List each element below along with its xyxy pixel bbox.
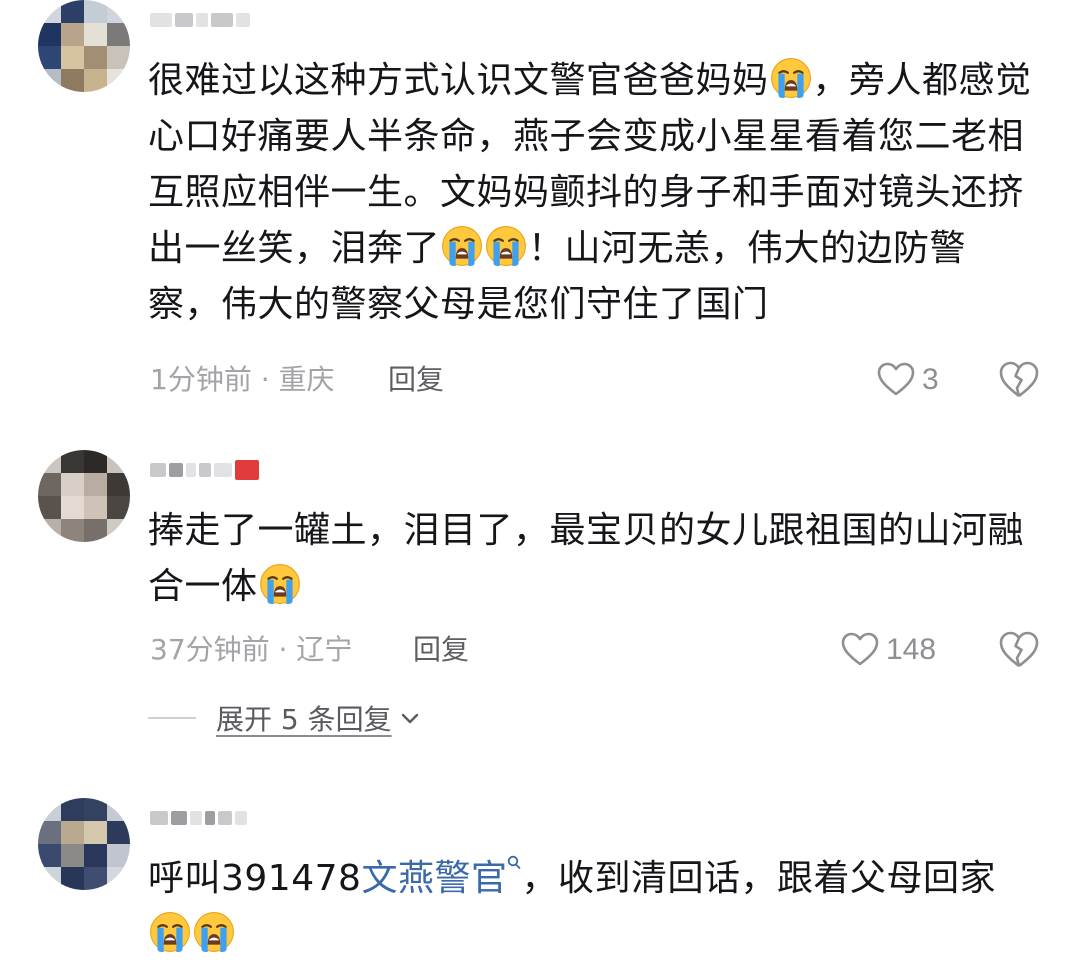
broken-heart-icon[interactable] — [997, 358, 1041, 402]
crying-face-icon — [193, 911, 235, 953]
username-blurred[interactable] — [150, 6, 250, 34]
avatar[interactable] — [38, 798, 130, 890]
username-blurred[interactable] — [150, 804, 247, 832]
avatar[interactable] — [38, 450, 130, 542]
crying-face-icon — [485, 225, 527, 267]
mention-link[interactable]: 文燕警官 — [361, 855, 521, 899]
heart-outline-icon — [877, 362, 915, 396]
comment-text: 捧走了一罐土，泪目了，最宝贝的女儿跟祖国的山河融合一体 — [148, 510, 1025, 607]
crying-face-icon — [441, 225, 483, 267]
chevron-down-icon — [401, 713, 418, 724]
comment-text: 很难过以这种方式认识文警官爸爸妈妈 ，旁人都感觉心口好痛要人半条命，燕子会变成小星… — [148, 53, 1038, 333]
crying-face-icon — [259, 563, 301, 605]
search-icon — [507, 855, 521, 875]
username-blurred[interactable] — [150, 456, 259, 484]
expand-replies-button[interactable]: 展开 5 条回复 — [148, 698, 422, 738]
crying-face-icon — [149, 911, 191, 953]
reply-button[interactable]: 回复 — [413, 630, 469, 670]
comment-time-location: 1分钟前 · 重庆 — [150, 363, 335, 396]
like-count: 148 — [886, 633, 937, 666]
divider — [148, 717, 196, 719]
expand-replies-label: 展开 5 条回复 — [216, 703, 392, 736]
like-button[interactable]: 3 — [876, 358, 939, 402]
like-button[interactable]: 148 — [840, 628, 936, 672]
heart-outline-icon — [841, 632, 879, 666]
comment-text: 呼叫391478文燕警官 ，收到清回话，跟着父母回家 — [148, 851, 1038, 963]
broken-heart-icon[interactable] — [997, 628, 1041, 672]
avatar[interactable] — [38, 0, 130, 92]
like-count: 3 — [922, 363, 939, 396]
comment-time-location: 37分钟前 · 辽宁 — [150, 633, 353, 666]
reply-button[interactable]: 回复 — [388, 360, 444, 400]
crying-face-icon — [770, 57, 812, 99]
